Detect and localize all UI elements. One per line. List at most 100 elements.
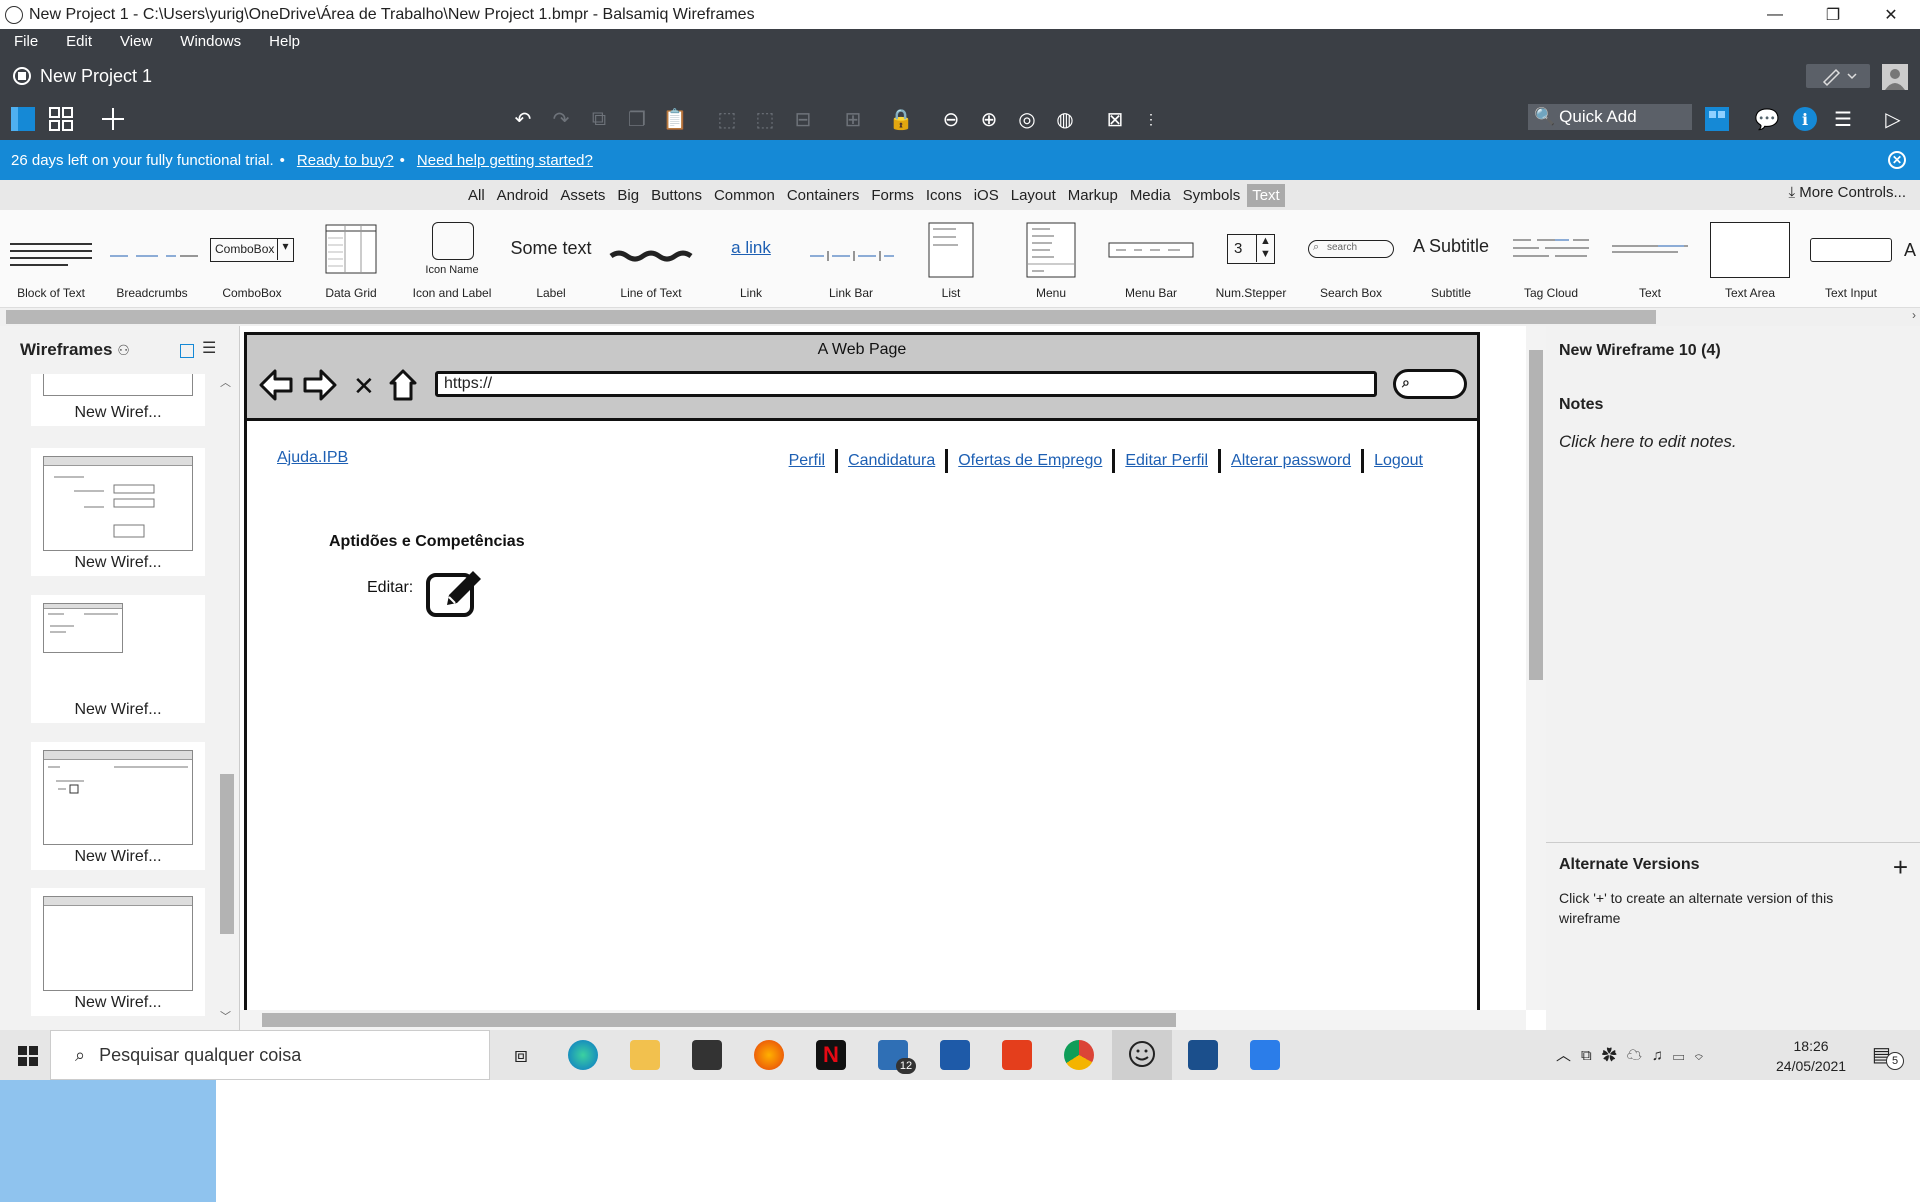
zoom-out-icon[interactable]: ⊖ xyxy=(936,104,966,134)
wireframe-thumb-5[interactable]: New Wiref... xyxy=(31,888,205,1016)
more-tools-icon[interactable]: ⋮ xyxy=(1136,104,1166,134)
copy-icon[interactable]: ❐ xyxy=(622,104,652,134)
ui-library-icon[interactable] xyxy=(1702,104,1732,134)
wireframes-scroll-thumb[interactable] xyxy=(220,774,234,934)
duplicate-icon[interactable]: ⧉ xyxy=(584,104,614,134)
palette-link-bar[interactable]: Link Bar xyxy=(804,210,898,308)
palette-label-item[interactable]: Some text Label xyxy=(504,210,598,308)
canvas-vscroll-thumb[interactable] xyxy=(1529,350,1543,680)
browser-search-box[interactable]: ⌕ xyxy=(1393,369,1467,399)
palette-combobox[interactable]: ComboBox ▾ ComboBox xyxy=(208,210,296,308)
presentation-icon[interactable]: ▷ xyxy=(1878,104,1908,134)
palette-scrollbar[interactable]: › xyxy=(0,308,1920,326)
library-tab-android[interactable]: Android xyxy=(492,184,554,207)
info-icon[interactable]: i xyxy=(1790,104,1820,134)
grid-view-icon[interactable] xyxy=(46,104,76,134)
redo-icon[interactable]: ↷ xyxy=(546,104,576,134)
wireframe-title[interactable]: New Wireframe 10 (4) xyxy=(1559,342,1721,360)
taskbar-search-input[interactable]: ⌕ Pesquisar qualquer coisa xyxy=(50,1030,490,1080)
palette-text[interactable]: Text xyxy=(1606,210,1694,308)
undo-icon[interactable]: ↶ xyxy=(508,104,538,134)
task-view-icon[interactable]: ⧈ xyxy=(506,1040,536,1070)
palette-search-box[interactable]: ⌕ search Search Box xyxy=(1306,210,1396,308)
nav-link-editar-perfil[interactable]: Editar Perfil xyxy=(1115,452,1218,470)
microsoft-store-icon[interactable] xyxy=(692,1040,722,1070)
image-viewer-icon[interactable] xyxy=(1250,1040,1280,1070)
office-icon[interactable] xyxy=(1002,1040,1032,1070)
system-tray-icons[interactable]: ︿⧉✿☁♫▭⌔ xyxy=(1556,1044,1713,1065)
palette-list[interactable]: List xyxy=(906,210,996,308)
chevron-right-icon[interactable]: › xyxy=(1912,308,1916,322)
paste-icon[interactable]: 📋 xyxy=(660,104,690,134)
netflix-icon[interactable]: N xyxy=(816,1040,846,1070)
palette-subtitle[interactable]: A Subtitle Subtitle xyxy=(1402,210,1500,308)
close-window-button[interactable]: ✕ xyxy=(1862,0,1920,29)
palette-text-area[interactable]: Text Area xyxy=(1708,210,1792,308)
notes-field[interactable]: Click here to edit notes. xyxy=(1559,432,1737,452)
zoom-in-icon[interactable]: ⊕ xyxy=(974,104,1004,134)
properties-icon[interactable]: ☰ xyxy=(1828,104,1858,134)
palette-block-of-text[interactable]: Block of Text xyxy=(6,210,96,308)
need-help-link[interactable]: Need help getting started? xyxy=(417,152,593,169)
palette-menu[interactable]: Menu xyxy=(1006,210,1096,308)
wireframe-thumb-4-selected[interactable]: New Wiref... xyxy=(31,742,205,870)
library-tab-layout[interactable]: Layout xyxy=(1006,184,1061,207)
zoom-actual-icon[interactable]: ◎ xyxy=(1012,104,1042,134)
edit-mode-pencil-icon[interactable] xyxy=(1806,64,1870,88)
url-input[interactable]: https:// xyxy=(435,371,1377,397)
lock-icon[interactable]: 🔒 xyxy=(886,104,916,134)
menu-edit[interactable]: Edit xyxy=(52,33,106,50)
library-tab-containers[interactable]: Containers xyxy=(782,184,865,207)
library-tab-ios[interactable]: iOS xyxy=(969,184,1004,207)
arrange-icon[interactable]: ⊞ xyxy=(838,104,868,134)
library-tab-markup[interactable]: Markup xyxy=(1063,184,1123,207)
group-icon[interactable]: ⬚ xyxy=(712,104,742,134)
wireframe-canvas[interactable]: A Web Page ✕ https:// ⌕ Ajuda.IPB Perfil… xyxy=(240,326,1546,1032)
menu-help[interactable]: Help xyxy=(255,33,314,50)
browser-window-mockup[interactable]: A Web Page ✕ https:// ⌕ Ajuda.IPB Perfil… xyxy=(244,332,1480,1032)
canvas-horizontal-scrollbar[interactable] xyxy=(240,1010,1526,1030)
file-explorer-icon[interactable] xyxy=(630,1040,660,1070)
single-view-icon[interactable] xyxy=(8,104,38,134)
delete-icon[interactable]: ⊠ xyxy=(1100,104,1130,134)
canvas-hscroll-thumb[interactable] xyxy=(262,1013,1176,1027)
nav-link-perfil[interactable]: Perfil xyxy=(779,452,835,470)
close-banner-icon[interactable]: ✕ xyxy=(1888,151,1906,169)
wireframe-thumb-3[interactable]: New Wiref... xyxy=(31,595,205,723)
palette-breadcrumbs[interactable]: Breadcrumbs xyxy=(104,210,200,308)
quick-add-input[interactable]: 🔍 Quick Add xyxy=(1528,104,1692,130)
notifications-icon[interactable]: ▤ 5 xyxy=(1872,1042,1904,1070)
thumbnail-view-icon[interactable] xyxy=(180,344,194,358)
palette-data-grid[interactable]: Data Grid xyxy=(306,210,396,308)
library-tab-all[interactable]: All xyxy=(463,184,490,207)
menu-windows[interactable]: Windows xyxy=(166,33,255,50)
wireframe-thumb-2[interactable]: New Wiref... xyxy=(31,448,205,576)
palette-link[interactable]: a link Link xyxy=(706,210,796,308)
palette-tag-cloud[interactable]: Tag Cloud xyxy=(1506,210,1596,308)
nav-link-ofertas[interactable]: Ofertas de Emprego xyxy=(948,452,1112,470)
palette-line-of-text[interactable]: Line of Text xyxy=(606,210,696,308)
edge-browser-icon[interactable] xyxy=(568,1040,598,1070)
balsamiq-taskbar-active[interactable] xyxy=(1112,1030,1172,1080)
taskbar-clock[interactable]: 18:26 24/05/2021 xyxy=(1776,1036,1846,1076)
restore-button[interactable]: ❐ xyxy=(1804,0,1862,29)
minimize-button[interactable]: — xyxy=(1746,0,1804,29)
palette-num-stepper[interactable]: 3 ▲ ▼ Num.Stepper xyxy=(1206,210,1296,308)
zoom-fit-icon[interactable]: ◍ xyxy=(1050,104,1080,134)
library-tab-common[interactable]: Common xyxy=(709,184,780,207)
palette-icon-and-label[interactable]: Icon Name Icon and Label xyxy=(404,210,500,308)
library-tab-symbols[interactable]: Symbols xyxy=(1178,184,1246,207)
menu-view[interactable]: View xyxy=(106,33,166,50)
library-tab-assets[interactable]: Assets xyxy=(555,184,610,207)
add-alternate-button[interactable]: + xyxy=(1893,852,1908,883)
menu-file[interactable]: File xyxy=(0,33,52,50)
library-tab-big[interactable]: Big xyxy=(612,184,644,207)
firefox-icon[interactable] xyxy=(754,1040,784,1070)
palette-menu-bar[interactable]: Menu Bar xyxy=(1106,210,1196,308)
ungroup-icon[interactable]: ⬚ xyxy=(750,104,780,134)
ide-app-icon[interactable] xyxy=(1188,1040,1218,1070)
more-controls-button[interactable]: ⤓ More Controls... xyxy=(1788,184,1906,201)
align-icon[interactable]: ⊟ xyxy=(788,104,818,134)
mail-icon[interactable]: 12 xyxy=(878,1040,916,1074)
wireframe-thumb-1[interactable]: New Wiref... xyxy=(31,374,205,426)
